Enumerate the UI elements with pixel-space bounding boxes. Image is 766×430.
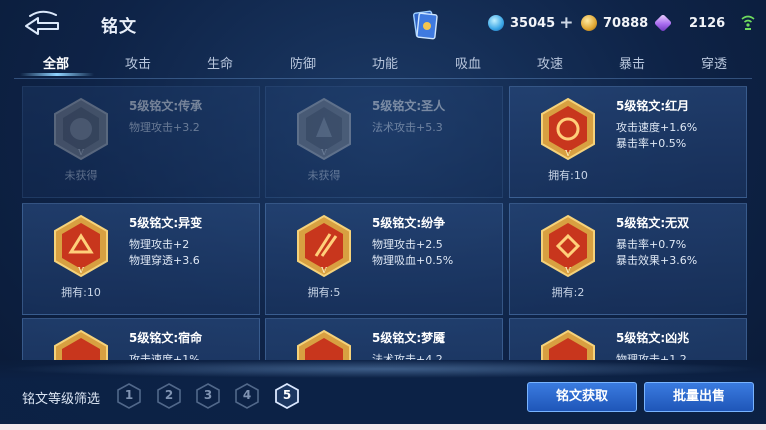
level-number: 4 xyxy=(242,388,252,402)
rune-owned-count: 拥有:5 xyxy=(307,286,341,299)
coin-value: 70888 xyxy=(603,15,649,31)
rune-emblem-icon: V xyxy=(297,97,351,161)
rune-list[interactable]: V 5级铭文:传承 物理攻击+3.2 未获得 V 5级铭文:圣人 法术攻击+5.… xyxy=(0,80,766,360)
level-number: 5 xyxy=(282,388,292,402)
level-filter-2[interactable]: 2 xyxy=(157,383,181,409)
diamond-value: 2126 xyxy=(689,15,726,31)
bottom-glow xyxy=(0,360,766,378)
tab-critical[interactable]: 暴击 xyxy=(619,53,645,72)
tab-attack-speed[interactable]: 攻速 xyxy=(537,53,563,72)
rune-stat: 物理穿透+3.6 xyxy=(129,254,200,267)
rune-name: 5级铭文:传承 xyxy=(129,99,203,113)
rune-card[interactable]: V 5级铭文:红月 攻击速度+1.6% 暴击率+0.5% 拥有:10 xyxy=(509,86,747,198)
rune-card[interactable]: V 5级铭文:圣人 法术攻击+5.3 未获得 xyxy=(265,86,503,198)
rune-stat: 物理攻击+2 xyxy=(129,238,190,251)
diamond-counter: 2126 xyxy=(653,12,726,34)
active-tab-indicator xyxy=(20,73,94,76)
coin-icon xyxy=(581,15,597,31)
svg-text:V: V xyxy=(320,266,327,275)
rune-card[interactable]: V 5级铭文:传承 物理攻击+3.2 未获得 xyxy=(22,86,260,198)
coin-counter: 70888 xyxy=(581,12,648,34)
crystal-icon xyxy=(488,15,504,31)
svg-text:V: V xyxy=(77,148,84,157)
top-bar: 铭文 35045 + 70888 2126 xyxy=(0,0,766,48)
rune-card[interactable]: V 5级铭文:无双 暴击率+0.7% 暴击效果+3.6% 拥有:2 xyxy=(509,203,747,315)
rune-emblem-icon: V xyxy=(54,97,108,161)
tab-all[interactable]: 全部 xyxy=(43,53,69,72)
rune-emblem-icon xyxy=(54,329,108,360)
tab-defense[interactable]: 防御 xyxy=(290,53,316,72)
svg-text:V: V xyxy=(320,148,327,157)
bulk-sell-button[interactable]: 批量出售 xyxy=(644,382,754,412)
tab-health[interactable]: 生命 xyxy=(207,53,233,72)
level-filter-1[interactable]: 1 xyxy=(117,383,141,409)
page-title: 铭文 xyxy=(101,17,137,37)
level-filter-4[interactable]: 4 xyxy=(235,383,259,409)
diamond-icon xyxy=(653,13,673,33)
rune-name: 5级铭文:凶兆 xyxy=(616,331,690,345)
rune-emblem-icon: V xyxy=(541,97,595,161)
rune-stat: 攻击速度+1% xyxy=(129,353,200,360)
rune-card[interactable]: V 5级铭文:异变 物理攻击+2 物理穿透+3.6 拥有:10 xyxy=(22,203,260,315)
tab-attack[interactable]: 攻击 xyxy=(125,53,151,72)
rune-owned-count: 拥有:10 xyxy=(548,169,588,182)
rune-name: 5级铭文:纷争 xyxy=(372,216,446,230)
rune-card[interactable]: 5级铭文:凶兆 物理攻击+1.2 xyxy=(509,318,747,360)
rune-stat: 物理攻击+1.2 xyxy=(616,353,687,360)
add-crystal-button[interactable]: + xyxy=(559,13,573,33)
rune-owned-count: 拥有:10 xyxy=(61,286,101,299)
rune-stat: 物理吸血+0.5% xyxy=(372,254,454,267)
back-arrow-icon[interactable] xyxy=(20,10,64,36)
rune-name: 5级铭文:宿命 xyxy=(129,331,203,345)
rune-stat: 物理攻击+3.2 xyxy=(129,121,200,134)
level-number: 1 xyxy=(124,388,134,402)
tab-utility[interactable]: 功能 xyxy=(372,53,398,72)
rune-stat: 暴击率+0.5% xyxy=(616,137,687,150)
level-filter-3[interactable]: 3 xyxy=(196,383,220,409)
rune-acquire-button[interactable]: 铭文获取 xyxy=(527,382,637,412)
rune-stat: 攻击速度+1.6% xyxy=(616,121,698,134)
rune-status: 未获得 xyxy=(307,169,341,182)
rune-name: 5级铭文:梦魇 xyxy=(372,331,446,345)
rune-card[interactable]: 5级铭文:梦魇 法术攻击+4.2 xyxy=(265,318,503,360)
rune-emblem-icon: V xyxy=(541,214,595,278)
level-number: 3 xyxy=(203,388,213,402)
wifi-icon xyxy=(741,15,755,30)
level-number: 2 xyxy=(164,388,174,402)
rune-emblem-icon: V xyxy=(297,214,351,278)
svg-text:V: V xyxy=(77,266,84,275)
bottom-strip xyxy=(0,424,766,430)
tab-penetration[interactable]: 穿透 xyxy=(701,53,727,72)
rune-emblem-icon xyxy=(541,329,595,360)
rune-stat: 暴击效果+3.6% xyxy=(616,254,698,267)
rune-name: 5级铭文:红月 xyxy=(616,99,690,113)
rune-card[interactable]: V 5级铭文:纷争 物理攻击+2.5 物理吸血+0.5% 拥有:5 xyxy=(265,203,503,315)
rune-deck-icon[interactable] xyxy=(412,10,438,40)
rune-stat: 法术攻击+4.2 xyxy=(372,353,443,360)
rune-name: 5级铭文:圣人 xyxy=(372,99,446,113)
level-filter-5[interactable]: 5 xyxy=(275,382,299,410)
rune-stat: 物理攻击+2.5 xyxy=(372,238,443,251)
rune-emblem-icon: V xyxy=(54,214,108,278)
svg-text:V: V xyxy=(564,149,571,158)
rune-emblem-icon xyxy=(297,329,351,360)
tab-lifesteal[interactable]: 吸血 xyxy=(455,53,481,72)
rune-name: 5级铭文:无双 xyxy=(616,216,690,230)
rune-stat: 暴击率+0.7% xyxy=(616,238,687,251)
category-tabs: 全部 攻击 生命 防御 功能 吸血 攻速 暴击 穿透 xyxy=(0,48,766,78)
svg-text:V: V xyxy=(564,266,571,275)
rune-name: 5级铭文:异变 xyxy=(129,216,203,230)
rune-stat: 法术攻击+5.3 xyxy=(372,121,443,134)
rune-card[interactable]: 5级铭文:宿命 攻击速度+1% xyxy=(22,318,260,360)
rune-status: 未获得 xyxy=(64,169,98,182)
tab-divider xyxy=(14,78,752,79)
crystal-value: 35045 xyxy=(510,15,556,31)
rune-owned-count: 拥有:2 xyxy=(551,286,585,299)
crystal-counter: 35045 + xyxy=(488,12,573,34)
level-filter-label: 铭文等级筛选 xyxy=(22,392,101,407)
